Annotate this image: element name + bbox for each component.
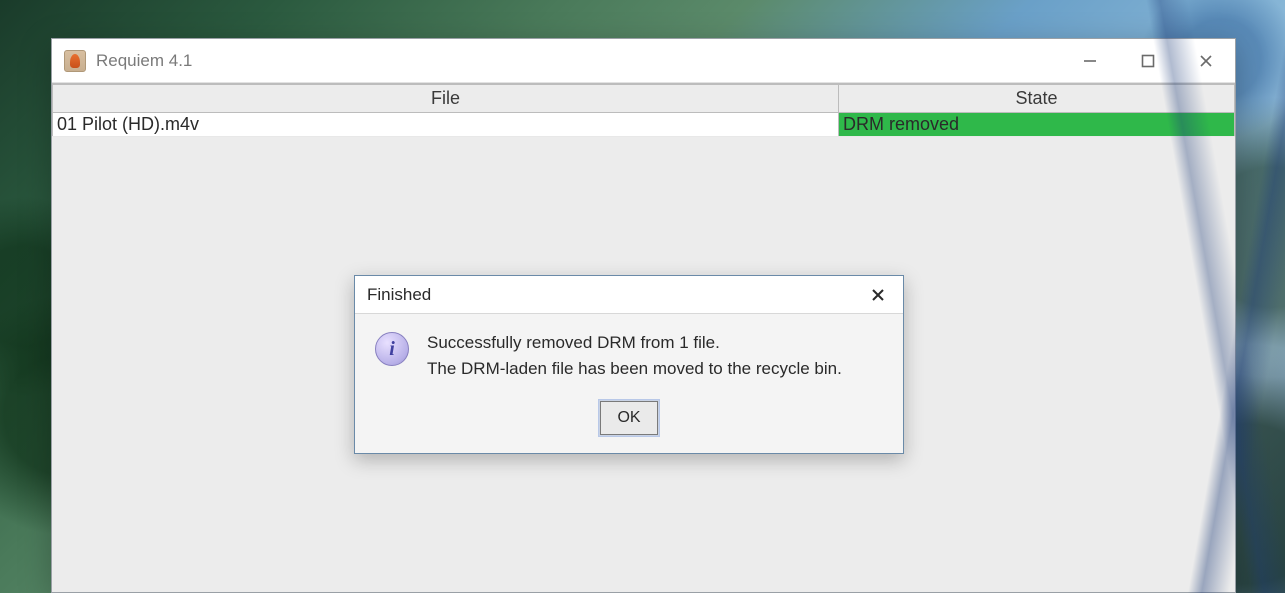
table-row[interactable]: 01 Pilot (HD).m4v DRM removed <box>53 113 1235 137</box>
titlebar: Requiem 4.1 <box>52 39 1235 83</box>
dialog-line-2: The DRM-laden file has been moved to the… <box>427 356 842 382</box>
close-button[interactable] <box>1177 39 1235 83</box>
state-cell: DRM removed <box>839 113 1235 137</box>
column-header-file[interactable]: File <box>53 85 839 113</box>
table-header-row: File State <box>53 85 1235 113</box>
column-header-state[interactable]: State <box>839 85 1235 113</box>
file-cell: 01 Pilot (HD).m4v <box>53 113 839 137</box>
maximize-button[interactable] <box>1119 39 1177 83</box>
dialog-button-row: OK <box>355 401 903 453</box>
dialog-close-button[interactable] <box>861 280 895 310</box>
dialog-titlebar: Finished <box>355 276 903 314</box>
info-icon: i <box>375 332 409 366</box>
app-window: Requiem 4.1 File State 01 Pilot <box>51 38 1236 593</box>
file-table: File State 01 Pilot (HD).m4v DRM removed <box>52 84 1235 137</box>
finished-dialog: Finished i Successfully removed DRM from… <box>354 275 904 454</box>
close-icon <box>1199 54 1213 68</box>
dialog-text: Successfully removed DRM from 1 file. Th… <box>427 330 842 383</box>
maximize-icon <box>1141 54 1155 68</box>
app-icon <box>64 50 86 72</box>
minimize-icon <box>1083 54 1097 68</box>
dialog-line-1: Successfully removed DRM from 1 file. <box>427 330 842 356</box>
content-area: File State 01 Pilot (HD).m4v DRM removed… <box>52 83 1235 592</box>
dialog-body: i Successfully removed DRM from 1 file. … <box>355 314 903 401</box>
window-title: Requiem 4.1 <box>96 51 192 71</box>
close-icon <box>871 288 885 302</box>
dialog-title: Finished <box>367 285 861 305</box>
minimize-button[interactable] <box>1061 39 1119 83</box>
ok-button[interactable]: OK <box>600 401 658 435</box>
